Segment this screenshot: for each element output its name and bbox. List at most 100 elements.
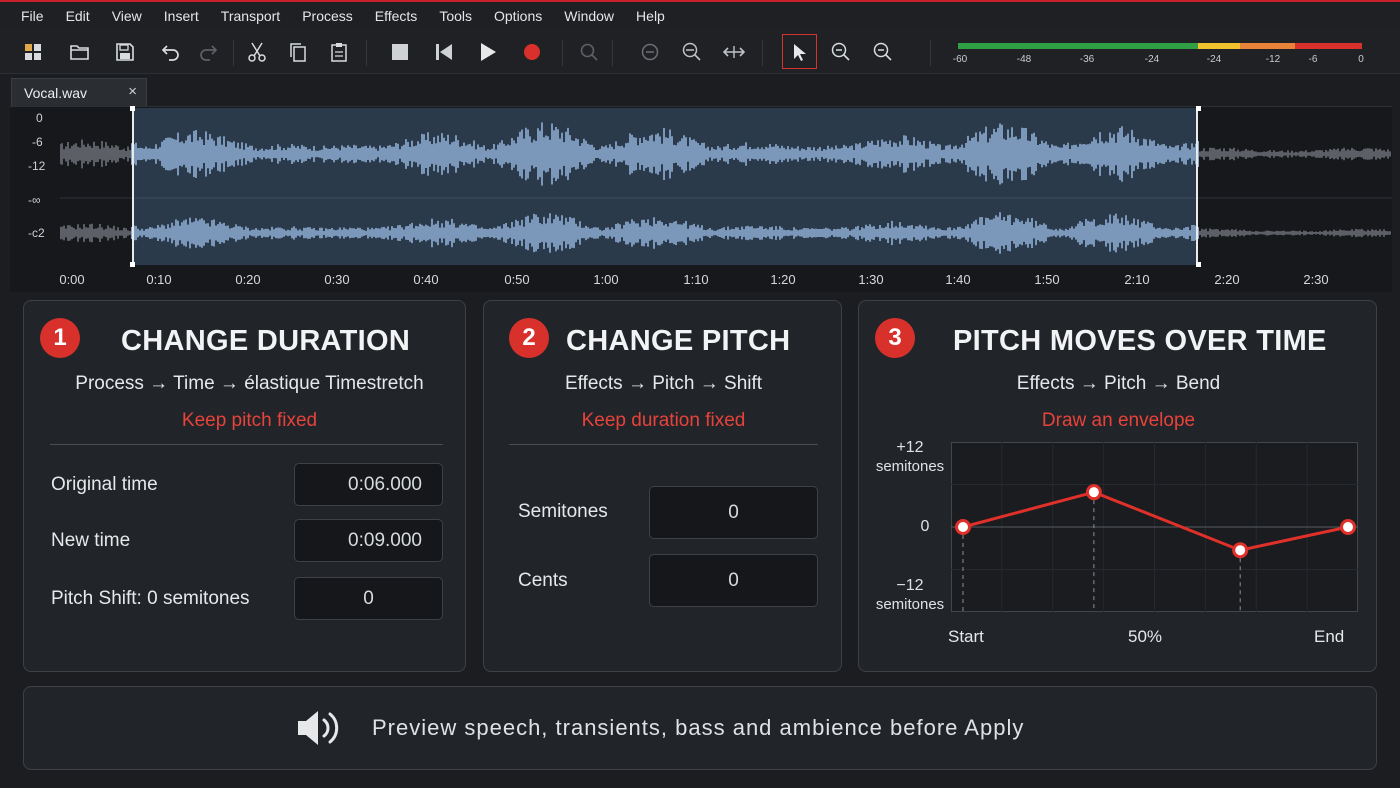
y-axis-bottom-label: −12 semitones (875, 577, 945, 613)
db-label: -∞ (28, 193, 41, 207)
menu-path: Effects → Pitch → Bend (1016, 373, 1221, 394)
pitch-shift-field[interactable]: 0 (294, 577, 443, 620)
selection-handle[interactable] (130, 262, 135, 267)
envelope-point[interactable] (1232, 542, 1249, 559)
x-axis-mid-label: 50% (1128, 627, 1163, 646)
envelope-point[interactable] (1340, 519, 1356, 535)
panel-note: Draw an envelope (1041, 410, 1196, 431)
menu-effects[interactable]: Effects (364, 8, 429, 24)
stop-icon[interactable] (385, 37, 415, 67)
menu-path: Effects → Pitch → Shift (564, 373, 763, 394)
menu-bar: File Edit View Insert Transport Process … (0, 0, 1400, 30)
zoom-out-icon[interactable] (868, 37, 898, 67)
menu-window[interactable]: Window (553, 8, 625, 24)
pitch-shift-label: Pitch Shift: 0 semitones (51, 588, 250, 609)
time-label: 2:20 (1214, 272, 1240, 287)
panel-title: CHANGE PITCH (566, 325, 791, 357)
undo-icon[interactable] (156, 37, 186, 67)
meter-tick-label: -36 (1079, 54, 1095, 65)
new-time-field[interactable]: 0:09.000 (294, 519, 443, 562)
menu-view[interactable]: View (101, 8, 153, 24)
original-time-field[interactable]: 0:06.000 (294, 463, 443, 506)
menu-options[interactable]: Options (483, 8, 553, 24)
time-label: 1:20 (770, 272, 796, 287)
menu-file[interactable]: File (10, 8, 55, 24)
menu-process[interactable]: Process (291, 8, 364, 24)
search-icon[interactable] (574, 37, 604, 67)
y-axis-mid-label: 0 (920, 518, 930, 535)
db-label: -c2 (28, 226, 45, 240)
menu-tools[interactable]: Tools (428, 8, 483, 24)
pitch-envelope-editor[interactable] (951, 442, 1359, 613)
divider (509, 444, 818, 445)
tab-label: Vocal.wav (24, 84, 88, 101)
time-label: 0:20 (235, 272, 261, 287)
y-axis-top-label: +12 semitones (875, 439, 945, 475)
cents-field[interactable]: 0 (649, 554, 818, 607)
select-arrow-icon[interactable] (782, 34, 817, 69)
menu-insert[interactable]: Insert (153, 8, 210, 24)
menu-path: Process → Time → élastique Timestretch (75, 373, 424, 394)
time-label: 1:30 (858, 272, 884, 287)
menu-transport[interactable]: Transport (210, 8, 291, 24)
meter-tick-label: -60 (952, 54, 968, 65)
panel-title: PITCH MOVES OVER TIME (953, 325, 1327, 357)
envelope-point[interactable] (1085, 484, 1102, 501)
toolbar (0, 30, 1400, 74)
db-label: 0 (36, 111, 43, 125)
panel-change-pitch: 2 CHANGE PITCH Effects → Pitch → Shift K… (483, 300, 842, 672)
envelope-point[interactable] (955, 519, 971, 535)
step-badge: 1 (40, 318, 80, 358)
selection-handle[interactable] (130, 106, 135, 111)
zoom-fit-width-icon[interactable] (719, 37, 749, 67)
zoom-in-icon[interactable] (826, 37, 856, 67)
semitones-field[interactable]: 0 (649, 486, 818, 539)
selection-handle[interactable] (1196, 262, 1201, 267)
tab-bar (0, 74, 1400, 106)
time-label: 1:10 (683, 272, 709, 287)
redo-icon[interactable] (193, 37, 223, 67)
speaker-icon (296, 709, 342, 752)
record-icon[interactable] (517, 37, 547, 67)
close-icon[interactable]: × (128, 83, 137, 100)
meter-tick-label: -24 (1144, 54, 1160, 65)
original-time-label: Original time (51, 474, 158, 495)
panel-note: Keep pitch fixed (181, 410, 318, 431)
cut-icon[interactable] (242, 37, 272, 67)
panel-note: Keep duration fixed (581, 410, 746, 431)
open-folder-icon[interactable] (65, 37, 95, 67)
time-label: 1:40 (945, 272, 971, 287)
time-label: 0:50 (504, 272, 530, 287)
cents-label: Cents (518, 570, 568, 591)
time-label: 1:50 (1034, 272, 1060, 287)
preview-text: Preview speech, transients, bass and amb… (372, 715, 1025, 740)
zoom-reset-icon[interactable] (635, 37, 665, 67)
save-icon[interactable] (110, 37, 140, 67)
zoom-fit-icon[interactable] (677, 37, 707, 67)
time-label: 0:40 (413, 272, 439, 287)
play-icon[interactable] (473, 37, 503, 67)
time-label: 1:00 (593, 272, 619, 287)
tab-vocal-wav[interactable]: Vocal.wav × (11, 78, 147, 106)
meter-tick-label: -12 (1265, 54, 1281, 65)
selection-handle[interactable] (1196, 106, 1201, 111)
menu-edit[interactable]: Edit (55, 8, 101, 24)
copy-icon[interactable] (283, 37, 313, 67)
preview-bar[interactable]: Preview speech, transients, bass and amb… (23, 686, 1377, 770)
paste-icon[interactable] (324, 37, 354, 67)
meter-tick-label: -48 (1016, 54, 1032, 65)
time-label: 0:00 (59, 272, 85, 287)
selection-region[interactable] (132, 108, 1198, 265)
skip-back-icon[interactable] (429, 37, 459, 67)
db-label: -6 (32, 135, 43, 149)
app-grid-icon[interactable] (18, 37, 48, 67)
level-meter (958, 43, 1362, 49)
new-time-label: New time (51, 530, 131, 551)
x-axis-end-label: End (1314, 627, 1345, 646)
time-label: 2:10 (1124, 272, 1150, 287)
meter-tick-label: -24 (1206, 54, 1222, 65)
panel-change-duration: 1 CHANGE DURATION Process → Time → élast… (23, 300, 466, 672)
menu-help[interactable]: Help (625, 8, 676, 24)
db-label: -12 (28, 159, 46, 173)
x-axis-start-label: Start (948, 627, 984, 646)
